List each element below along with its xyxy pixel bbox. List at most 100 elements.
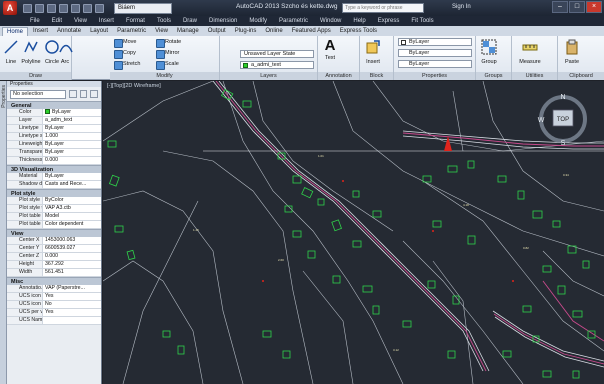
property-row[interactable]: Height 367.292 [7,261,101,269]
groups-panel-title[interactable]: Groups [476,72,511,80]
menu-item[interactable]: Format [126,18,145,24]
property-value[interactable]: Color dependent [43,221,101,228]
maximize-button[interactable]: □ [569,1,585,13]
copy-button[interactable]: Copy [114,49,136,59]
ribbon-tab[interactable]: Layout [86,27,112,36]
close-button[interactable]: × [586,1,602,13]
paste-button[interactable]: Paste [562,39,582,65]
property-row[interactable]: Shadow di...Casts and Rece... [7,181,101,189]
viewport-label[interactable]: [-][Top][2D Wireframe] [107,83,161,89]
ribbon-tab[interactable]: Express Tools [336,27,381,36]
search-input[interactable]: Type a keyword or phrase [342,3,424,13]
color-dropdown[interactable]: ByLayer [398,38,472,46]
property-row[interactable]: Plot style ByColor [7,197,101,205]
group-button[interactable]: Group [479,39,499,65]
ribbon-tab[interactable]: Insert [29,27,52,36]
selection-dropdown[interactable]: No selection [10,89,67,99]
menu-item[interactable]: Dimension [209,18,237,24]
toggle-pickadd-icon[interactable] [69,90,77,98]
property-value[interactable]: 0.000 [43,157,101,164]
quick-select-icon[interactable] [90,90,98,98]
property-row[interactable]: Plot table t...Color dependent [7,221,101,229]
property-value[interactable]: Model [43,213,101,220]
property-row[interactable]: Linetype ByLayer [7,125,101,133]
rotate-button[interactable]: Rotate [156,38,181,48]
property-row[interactable]: Lineweight ByLayer [7,141,101,149]
stretch-button[interactable]: Stretch [114,60,140,70]
property-value[interactable]: Casts and Rece... [43,181,101,188]
map-drawing[interactable]: 1.01 4.18 0.82 2.60 3.12 1.45 0.34 [103,81,604,384]
menu-item[interactable]: Insert [99,18,114,24]
insert-block-button[interactable]: Insert [363,39,383,65]
property-value[interactable]: a_adm_text [43,117,101,124]
menu-item[interactable]: Tools [157,18,171,24]
property-row[interactable]: Annotatio... VAP (Paperstre... [7,285,101,293]
text-button[interactable]: A Text [320,37,340,61]
property-value[interactable]: ByLayer [43,173,101,180]
ribbon-tab[interactable]: View [151,27,172,36]
property-value[interactable]: VAP (Paperstre... [43,285,101,292]
property-value[interactable]: Yes [43,309,101,316]
property-row[interactable]: Material ByLayer [7,173,101,181]
select-objects-icon[interactable] [79,90,88,98]
property-value[interactable]: No [43,301,101,308]
sign-in-button[interactable]: Sign In [452,4,471,10]
property-value[interactable]: 561.451 [43,269,101,276]
properties-panel-title[interactable]: Properties [394,72,475,80]
mirror-button[interactable]: Mirror [156,49,179,59]
property-value[interactable]: Yes [43,293,101,300]
polyline-button[interactable]: Polyline [20,39,42,65]
property-row[interactable]: Width 561.451 [7,269,101,277]
property-section-header[interactable]: Plot style [7,189,101,197]
clipboard-panel-title[interactable]: Clipboard [558,72,604,80]
property-section-header[interactable]: General [7,101,101,109]
ribbon-tab[interactable]: Parametric [113,27,150,36]
ribbon-tab[interactable]: Featured Apps [288,27,335,36]
lineweight-dropdown[interactable]: ByLayer [398,49,472,57]
menu-item[interactable]: Parametric [279,18,308,24]
property-value[interactable]: ByColor [43,197,101,204]
move-button[interactable]: Move [114,38,136,48]
print-icon[interactable] [71,3,80,13]
property-value[interactable]: 367.292 [43,261,101,268]
arc-button[interactable]: Arc [58,39,73,65]
linetype-dropdown[interactable]: ByLayer [398,60,472,68]
layer-state-dropdown[interactable]: Unsaved Layer State [240,50,314,58]
undo-icon[interactable] [83,3,92,13]
property-value[interactable]: 1453000.063 [43,237,101,244]
menu-item[interactable]: Window [320,18,341,24]
open-icon[interactable] [35,3,44,13]
block-panel-title[interactable]: Block [360,72,393,80]
viewcube[interactable]: TOP N S W [536,92,590,146]
scale-button[interactable]: Scale [156,60,179,70]
property-value[interactable]: VAP A3.ctb [43,205,101,212]
workspace-dropdown[interactable]: Biáem [114,2,172,14]
property-row[interactable]: UCS icon a...No [7,301,101,309]
menu-item[interactable]: Fit Tools [411,18,433,24]
property-value[interactable]: ByLayer [43,141,101,148]
property-section-header[interactable]: View [7,229,101,237]
ribbon-tab[interactable]: Manage [173,27,203,36]
save-icon[interactable] [47,3,56,13]
property-section-header[interactable]: 3D Visualization [7,165,101,173]
property-row[interactable]: Center X 1453000.063 [7,237,101,245]
redo-icon[interactable] [95,3,104,13]
property-value[interactable]: ByLayer [43,149,101,156]
property-row[interactable]: Linetype sc...1.000 [7,133,101,141]
ribbon-tab[interactable]: Annotate [53,27,85,36]
property-row[interactable]: Layer a_adm_text [7,117,101,125]
ribbon-tab[interactable]: Plug-ins [231,27,261,36]
menu-item[interactable]: Modify [249,18,267,24]
property-row[interactable]: Center Z 0.000 [7,253,101,261]
property-row[interactable]: Color ByLayer [7,109,101,117]
property-row[interactable]: UCS Name [7,317,101,325]
menu-item[interactable]: File [30,18,40,24]
property-row[interactable]: Plot style t...VAP A3.ctb [7,205,101,213]
menu-item[interactable]: Express [378,18,400,24]
property-value[interactable]: ByLayer [43,125,101,132]
current-layer-dropdown[interactable]: a_admi_text [240,61,314,69]
annotation-panel-title[interactable]: Annotation [318,72,359,80]
property-row[interactable]: Plot table a...Model [7,213,101,221]
ribbon-tab[interactable]: Online [261,27,286,36]
property-value[interactable]: ByLayer [43,109,101,116]
